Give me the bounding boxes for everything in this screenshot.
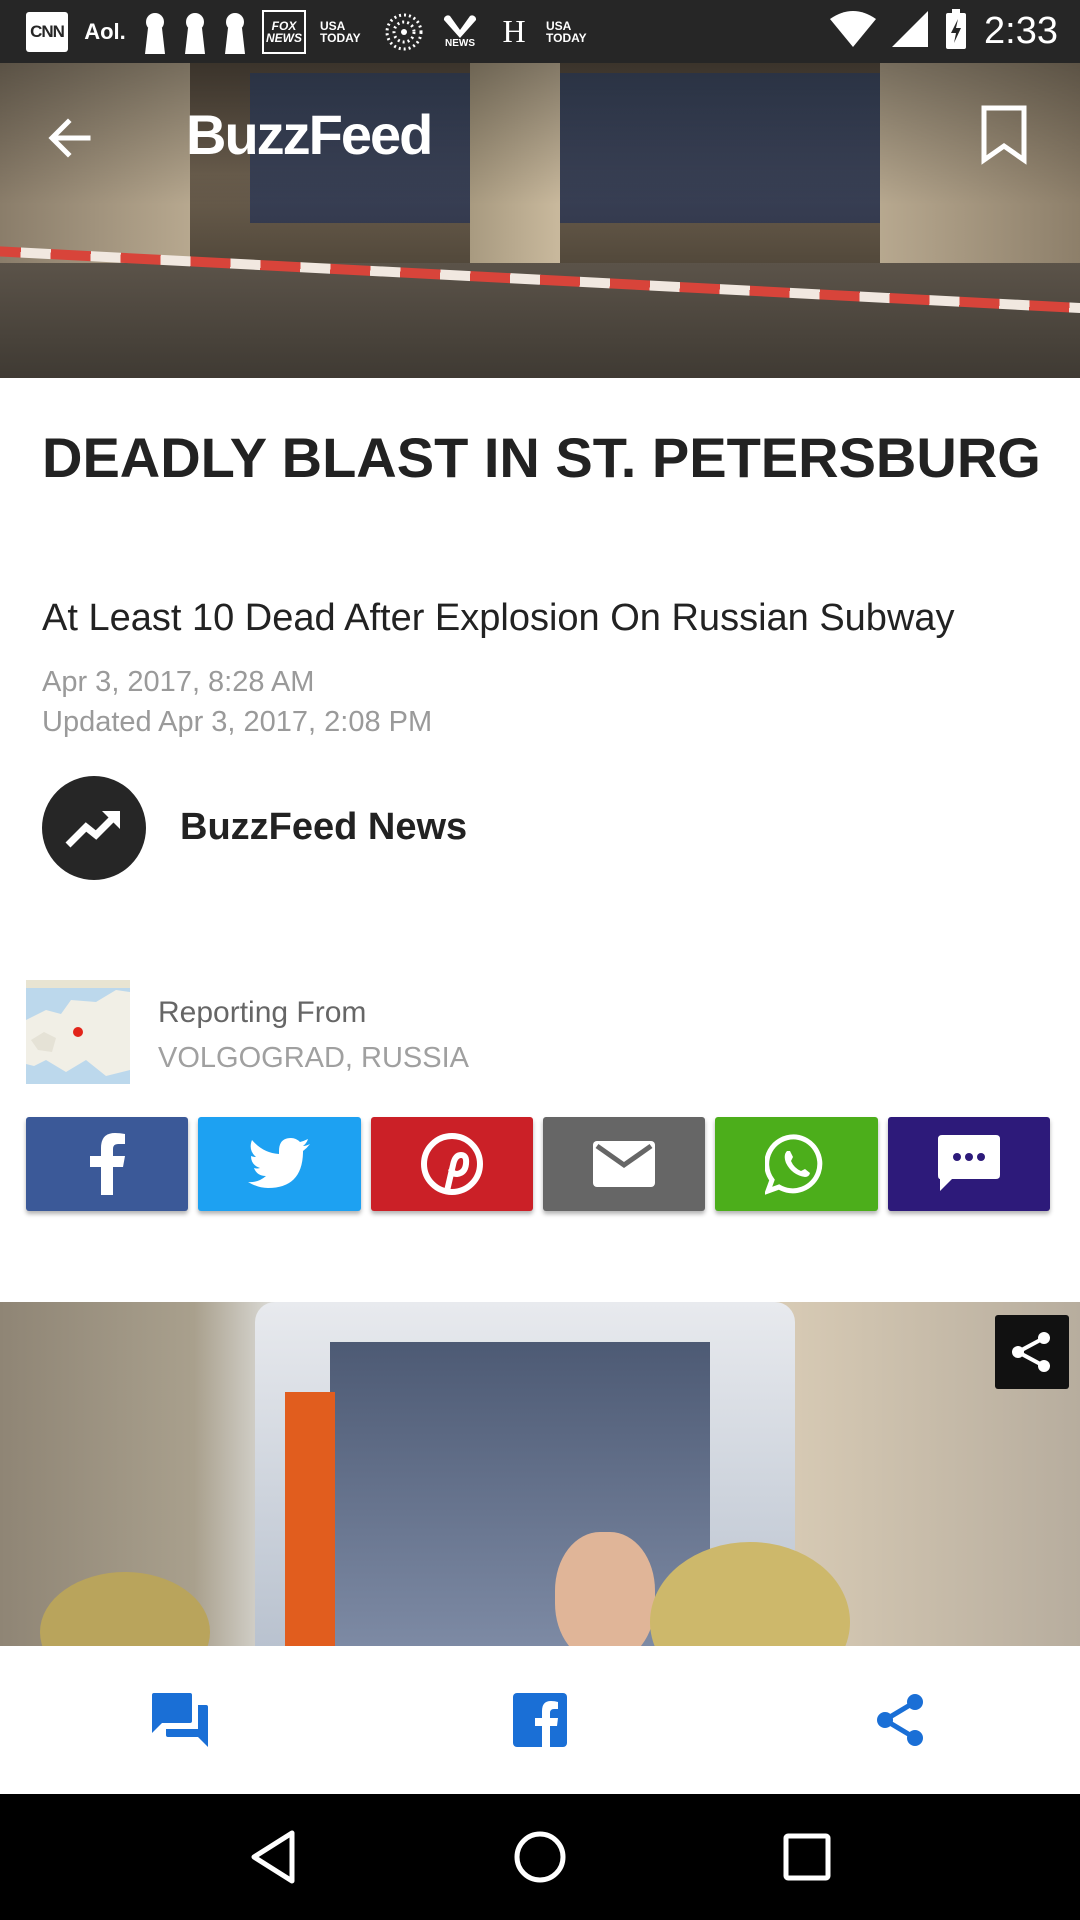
aol-notification-icon: Aol. bbox=[84, 18, 126, 44]
updated-date: Updated Apr 3, 2017, 2:08 PM bbox=[42, 706, 433, 738]
comments-button[interactable] bbox=[0, 1646, 360, 1794]
photo-share-button[interactable] bbox=[995, 1315, 1069, 1389]
usa-today-notification-icon: USA TODAY bbox=[546, 18, 587, 45]
facebook-icon bbox=[90, 1133, 126, 1195]
location-map-thumbnail[interactable] bbox=[26, 980, 130, 1084]
whatsapp-share-button[interactable] bbox=[715, 1117, 878, 1211]
cnn-notification-icon: CNN bbox=[26, 11, 68, 52]
wifi-icon bbox=[830, 11, 877, 52]
keyhole-notification-icon bbox=[222, 10, 248, 54]
article-subheadline: At Least 10 Dead After Explosion On Russ… bbox=[42, 597, 955, 639]
usa-today-notification-icon: USA TODAY bbox=[320, 18, 361, 45]
buzzfeed-logo: BuzzFeed bbox=[186, 103, 433, 166]
message-icon bbox=[937, 1135, 1000, 1191]
huffpost-notification-icon: H bbox=[502, 13, 526, 49]
reporting-from-label: Reporting From bbox=[158, 996, 367, 1029]
battery-charging-icon bbox=[944, 9, 968, 54]
whatsapp-icon bbox=[765, 1134, 823, 1195]
nav-recents-button[interactable] bbox=[762, 1812, 852, 1902]
bookmark-icon bbox=[981, 105, 1027, 165]
facebook-button[interactable] bbox=[360, 1646, 720, 1794]
hero-image bbox=[0, 63, 1080, 378]
share-buttons bbox=[26, 1117, 1050, 1213]
pinterest-share-button[interactable] bbox=[370, 1117, 533, 1211]
share-icon bbox=[1012, 1332, 1050, 1372]
nav-home-button[interactable] bbox=[495, 1812, 585, 1902]
back-button[interactable] bbox=[40, 108, 100, 168]
trending-icon bbox=[65, 811, 120, 848]
sms-share-button[interactable] bbox=[887, 1117, 1050, 1211]
facebook-share-button[interactable] bbox=[26, 1117, 189, 1211]
article-photo bbox=[0, 1302, 1080, 1646]
hero-shade bbox=[0, 63, 1080, 378]
keyhole-notification-icon bbox=[182, 10, 208, 54]
bottom-toolbar bbox=[0, 1646, 1080, 1794]
twitter-share-button[interactable] bbox=[198, 1117, 361, 1211]
envelope-icon bbox=[593, 1141, 656, 1187]
photo-helmet bbox=[40, 1572, 210, 1646]
recents-icon bbox=[783, 1833, 831, 1881]
bookmark-button[interactable] bbox=[978, 104, 1030, 166]
pinterest-icon bbox=[420, 1133, 483, 1195]
reporting-location: VOLGOGRAD, RUSSIA bbox=[158, 1042, 470, 1074]
radial-notification-icon bbox=[384, 10, 424, 54]
comments-icon bbox=[152, 1693, 208, 1747]
author-name[interactable]: BuzzFeed News bbox=[180, 806, 467, 849]
email-share-button[interactable] bbox=[542, 1117, 706, 1211]
clock: 2:33 bbox=[984, 10, 1058, 52]
author-avatar[interactable] bbox=[42, 776, 146, 880]
article-headline: DEADLY BLAST IN ST. PETERSBURG bbox=[42, 426, 1041, 489]
share-button[interactable] bbox=[720, 1646, 1080, 1794]
published-date: Apr 3, 2017, 8:28 AM bbox=[42, 666, 315, 698]
arrow-left-icon bbox=[48, 118, 91, 158]
photo-stretcher bbox=[285, 1392, 335, 1646]
share-icon bbox=[877, 1694, 923, 1746]
status-bar: CNN Aol. FOX NEWS USA TODAY NEWS H USA T… bbox=[0, 0, 1080, 63]
facebook-icon bbox=[513, 1693, 567, 1747]
back-icon bbox=[251, 1830, 295, 1884]
twitter-icon bbox=[248, 1138, 311, 1188]
home-icon bbox=[514, 1831, 566, 1883]
nav-back-button[interactable] bbox=[228, 1812, 318, 1902]
navigation-bar bbox=[0, 1794, 1080, 1920]
nbc-news-notification-icon: NEWS bbox=[438, 10, 482, 54]
fox-news-notification-icon: FOX NEWS bbox=[262, 9, 306, 54]
nbc-news-label: NEWS bbox=[445, 38, 475, 49]
photo-person bbox=[555, 1532, 655, 1646]
cell-signal-icon bbox=[892, 11, 929, 52]
keyhole-notification-icon bbox=[142, 10, 168, 54]
